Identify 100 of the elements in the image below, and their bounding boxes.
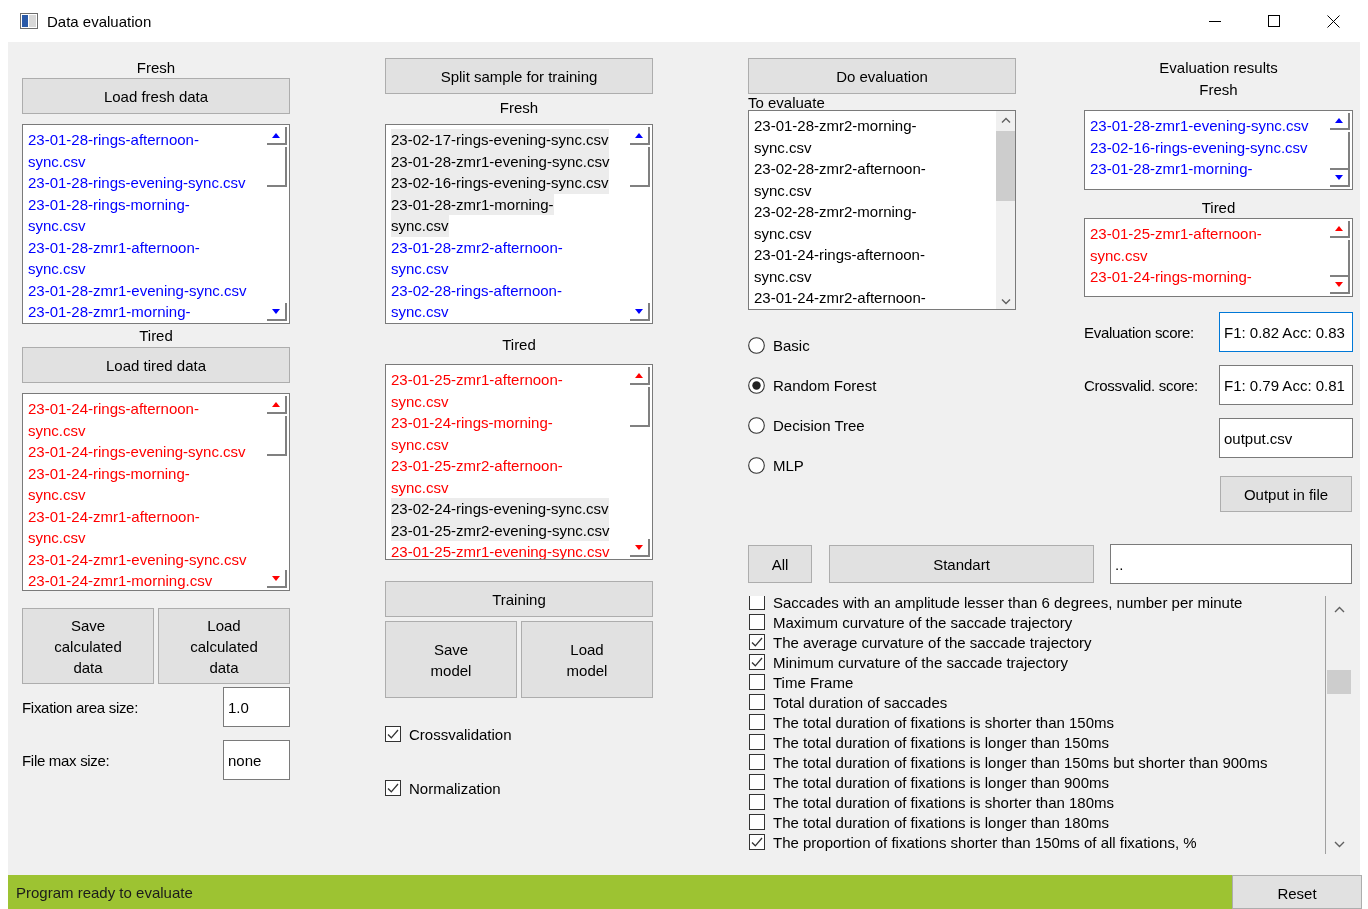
scroll-thumb[interactable] [1327, 670, 1351, 694]
list-item[interactable]: 23-01-28-zmr1-morning- sync.csv [391, 193, 630, 237]
model-button[interactable]: Load model [521, 621, 653, 698]
load-button[interactable]: Load fresh data [22, 78, 290, 114]
training-button[interactable]: Training [385, 581, 653, 617]
close-icon[interactable] [1327, 14, 1340, 28]
list-item[interactable]: 23-02-16-rings-evening-sync.csv [1090, 136, 1330, 158]
file-list[interactable]: 23-01-28-zmr1-evening-sync.csv 23-02-16-rings-evening-sync.csv 23-01-28-zmr1-morning- [1084, 110, 1353, 190]
checkbox[interactable] [749, 596, 765, 610]
checkbox[interactable] [749, 834, 765, 850]
list-item[interactable]: 23-01-25-zmr1-afternoon- sync.csv [391, 369, 630, 412]
model-button[interactable]: Save model [385, 621, 517, 698]
checkbox-label: Saccades with an amplitude lesser than 6 degrees, number per minute [773, 596, 1243, 611]
split-button[interactable]: Split sample for training [385, 58, 653, 94]
scroll-up-button[interactable] [630, 367, 650, 385]
scroll-up-button[interactable] [267, 396, 287, 414]
score-field[interactable]: F1: 0.79 Acc: 0.81 [1219, 365, 1353, 405]
list-item[interactable]: 23-01-28-zmr1-evening-sync.csv [1090, 115, 1330, 137]
file-list[interactable]: 23-01-28-rings-afternoon- sync.csv 23-01-28-rings-evening-sync.csv 23-01-28-rings-morning- sync.csv 23-01-28-zmr1-afternoon- sync.csv 23-01-28-zmr1-evening-sync.csv 23-01-28-zmr1-morning- [22, 124, 290, 324]
output-file-field[interactable]: output.csv [1219, 418, 1353, 458]
data-button[interactable]: Save calculated data [22, 608, 154, 684]
file-list[interactable]: 23-01-28-zmr2-morning- sync.csv 23-02-28-zmr2-afternoon- sync.csv 23-02-28-zmr2-morning- sync.csv 23-01-24-rings-afternoon- sync.csv 23-01-24-zmr2-afternoon- [748, 110, 1016, 310]
list-item[interactable]: 23-01-24-zmr1-morning.csv [28, 570, 267, 590]
checkbox[interactable] [749, 814, 765, 830]
list-item[interactable]: 23-01-25-zmr2-afternoon- sync.csv [391, 455, 630, 498]
list-item[interactable]: 23-01-25-zmr1-afternoon- sync.csv [1090, 223, 1330, 266]
scroll-thumb[interactable] [630, 147, 650, 187]
checkbox[interactable] [749, 734, 765, 750]
scroll-thumb[interactable] [996, 131, 1015, 201]
list-item[interactable]: 23-01-24-rings-morning- sync.csv [28, 462, 267, 506]
checkbox[interactable] [749, 754, 765, 770]
output-button[interactable]: Output in file [1220, 476, 1352, 512]
radio-button[interactable] [748, 336, 765, 354]
list-item[interactable]: 23-01-24-rings-evening-sync.csv [28, 441, 267, 463]
list-item[interactable]: 23-01-28-rings-evening-sync.csv [28, 172, 267, 194]
list-item[interactable]: 23-01-28-zmr2-morning- sync.csv [754, 115, 996, 158]
checkbox[interactable] [749, 654, 765, 670]
list-item[interactable]: 23-01-28-zmr1-morning- [28, 301, 267, 323]
file-list[interactable]: 23-01-25-zmr1-afternoon- sync.csv 23-01-24-rings-morning- [1084, 218, 1353, 297]
scroll-thumb[interactable] [267, 147, 287, 187]
up-arrow-icon [272, 132, 280, 138]
scroll-down-button[interactable] [1330, 277, 1350, 294]
scroll-up-button[interactable] [1330, 221, 1350, 238]
list-item[interactable]: 23-01-28-zmr1-morning- [1090, 158, 1330, 180]
checkbox[interactable] [749, 794, 765, 810]
maximize-icon[interactable] [1268, 15, 1280, 27]
scroll-thumb[interactable] [1330, 239, 1350, 278]
radio-button[interactable] [748, 376, 765, 394]
list-item[interactable]: 23-02-28-rings-afternoon- sync.csv [391, 279, 630, 323]
list-item[interactable]: 23-01-28-zmr2-afternoon- sync.csv [391, 236, 630, 280]
radio-button[interactable] [748, 416, 765, 434]
evaluate-button[interactable]: Do evaluation [748, 58, 1016, 94]
scroll-up-button[interactable] [630, 127, 650, 145]
list-item[interactable]: 23-01-24-zmr1-afternoon- sync.csv [28, 505, 267, 549]
list-item[interactable]: 23-01-24-rings-afternoon- sync.csv [28, 398, 267, 441]
list-item[interactable]: 23-01-24-zmr2-afternoon- [754, 287, 996, 309]
checkbox[interactable] [749, 614, 765, 630]
scroll-down-button[interactable] [267, 303, 287, 321]
radio-button[interactable] [748, 456, 765, 474]
list-item[interactable]: 23-01-24-zmr1-evening-sync.csv [28, 548, 267, 570]
list-item[interactable]: 23-01-28-zmr1-evening-sync.csv [28, 279, 267, 301]
path-field[interactable]: .. [1110, 544, 1352, 584]
list-item[interactable]: 23-01-24-rings-afternoon- sync.csv [754, 244, 996, 287]
score-field[interactable]: F1: 0.82 Acc: 0.83 [1219, 312, 1353, 352]
scroll-down-button[interactable] [630, 303, 650, 321]
scroll-thumb[interactable] [1330, 132, 1350, 170]
scroll-up-button[interactable] [1330, 113, 1350, 131]
scroll-down-button[interactable] [267, 570, 287, 588]
checkbox[interactable] [749, 634, 765, 650]
list-item[interactable]: 23-02-28-zmr2-morning- sync.csv [754, 201, 996, 244]
checkbox[interactable] [385, 726, 401, 742]
scroll-down-button[interactable] [630, 539, 650, 557]
scroll-up-button[interactable] [267, 127, 287, 145]
checkbox[interactable] [385, 780, 401, 796]
list-item[interactable]: 23-01-24-rings-morning- sync.csv [391, 412, 630, 455]
score-label: Evaluation score: [1084, 323, 1194, 341]
preset-button[interactable]: Standart [829, 545, 1094, 583]
preset-button[interactable]: All [748, 545, 812, 583]
reset-button[interactable]: Reset [1232, 875, 1362, 909]
scrollbar[interactable] [996, 111, 1015, 309]
list-item[interactable]: 23-01-24-rings-morning- [1090, 266, 1330, 288]
checkbox[interactable] [749, 774, 765, 790]
list-item[interactable]: 23-01-28-rings-morning- sync.csv [28, 193, 267, 237]
scroll-down-button[interactable] [1330, 169, 1350, 187]
checkbox-label: Maximum curvature of the saccade trajectory [773, 613, 1073, 631]
checkbox[interactable] [749, 714, 765, 730]
checkbox[interactable] [749, 694, 765, 710]
scroll-thumb[interactable] [267, 416, 287, 456]
list-item[interactable]: 23-01-28-rings-afternoon- sync.csv [28, 129, 267, 172]
file-list[interactable]: 23-01-24-rings-afternoon- sync.csv 23-01-24-rings-evening-sync.csv 23-01-24-rings-morning- sync.csv 23-01-24-zmr1-afternoon- sync.csv 23-01-24-zmr1-evening-sync.csv 23-01-24-zmr1-morning.csv [22, 393, 290, 591]
scroll-thumb[interactable] [630, 387, 650, 427]
scrollbar[interactable] [1325, 596, 1352, 854]
list-item[interactable]: 23-01-28-zmr1-afternoon- sync.csv [28, 236, 267, 280]
list-item[interactable]: 23-02-28-zmr2-afternoon- sync.csv [754, 158, 996, 201]
input-field[interactable]: none [223, 740, 290, 780]
load-button[interactable]: Load tired data [22, 347, 290, 383]
file-list[interactable]: 23-02-17-rings-evening-sync.csv 23-01-28-zmr1-evening-sync.csv 23-02-16-rings-evening-sync.csv 23-01-28-zmr1-morning- sync.csv 23-01-28-zmr2-afternoon- sync.csv 23-02-28-rings-afternoon- sync.csv [385, 124, 653, 324]
input-field[interactable]: 1.0 [223, 687, 290, 727]
data-button[interactable]: Load calculated data [158, 608, 290, 684]
checkbox[interactable] [749, 674, 765, 690]
